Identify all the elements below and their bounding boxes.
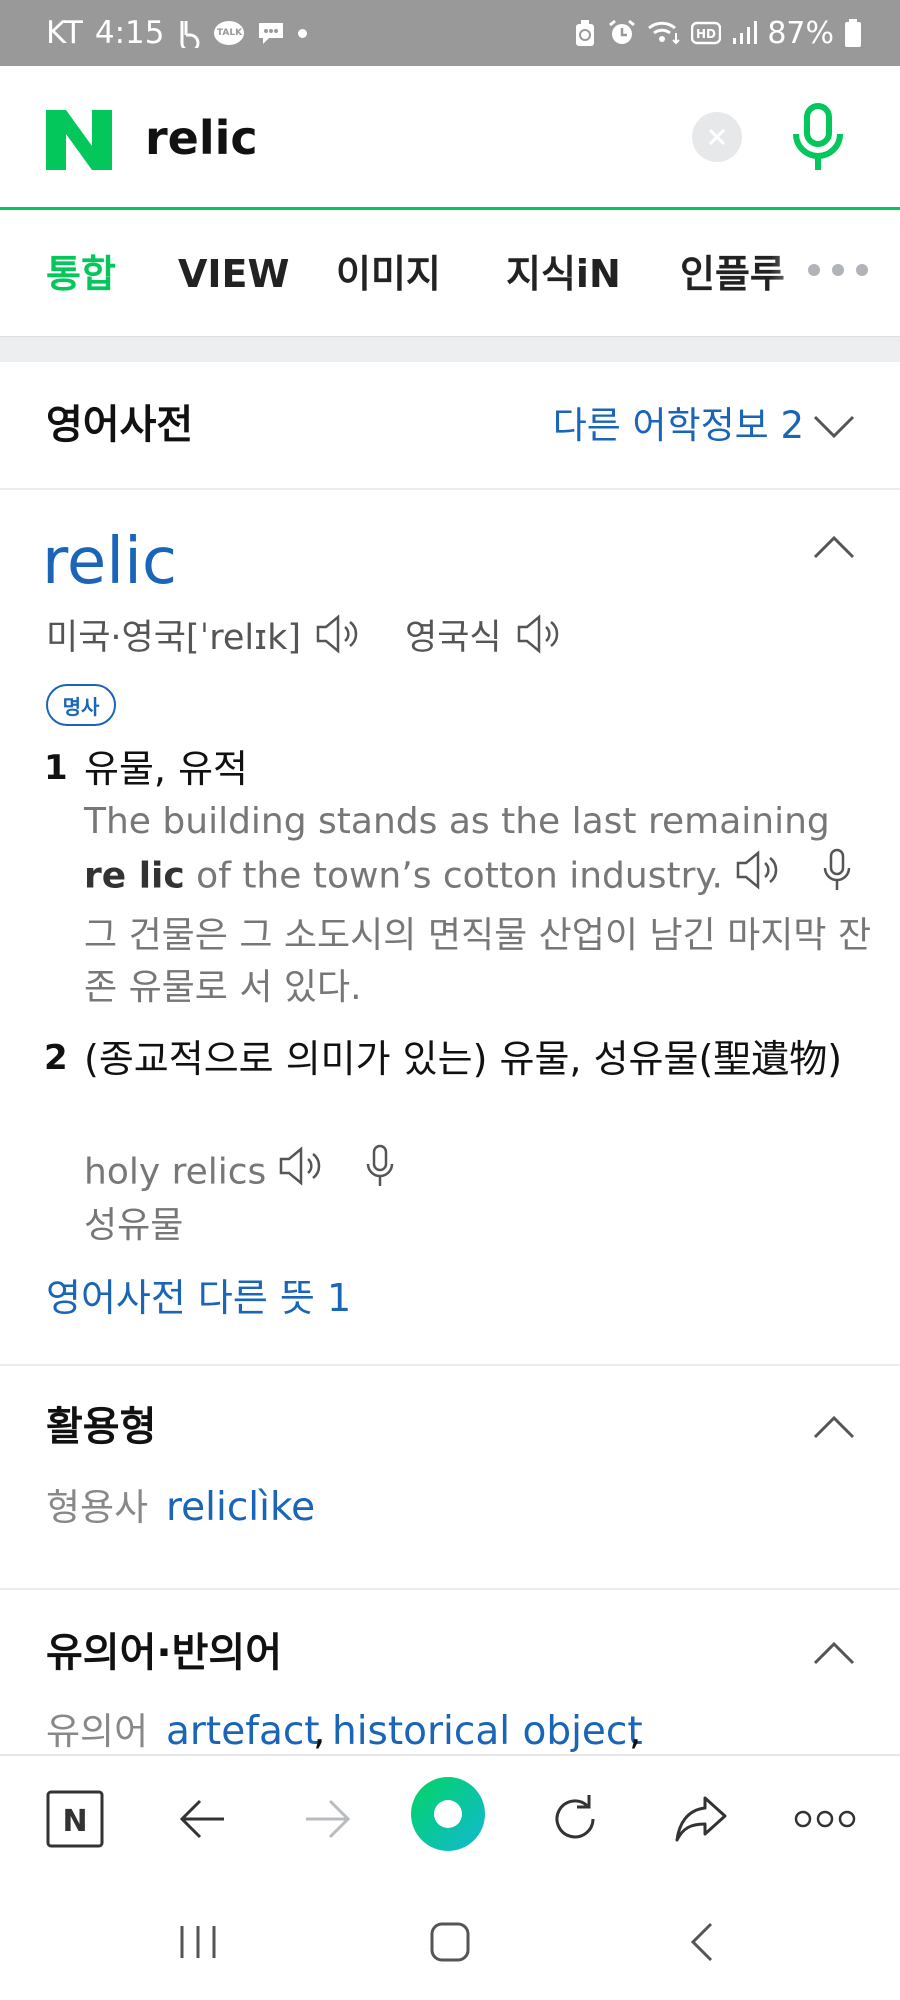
synonyms-label: 유의어 [46, 1710, 149, 1753]
separator: , [313, 1709, 326, 1754]
arrow-left-icon [179, 1799, 224, 1839]
search-input[interactable]: relic [145, 108, 258, 168]
speaker-icon[interactable] [516, 613, 562, 655]
example-translation: 그 건물은 그 소도시의 면직물 산업이 남긴 마지막 잔존 유물로 서 있다. [84, 915, 872, 1008]
close-icon [708, 128, 726, 146]
tabs-fade [770, 246, 900, 306]
tab-integrated[interactable]: 통합 [46, 250, 116, 298]
recycle-icon [573, 18, 597, 48]
status-bar: KT 4:15 TALK HD 87% [0, 0, 900, 66]
definition-meaning: 유물, 유적 [84, 747, 248, 791]
pronunciation-row: 미국·영국[ˈrelɪk] 영국식 [46, 608, 606, 660]
home-button[interactable] [420, 1914, 480, 1970]
more-icon [794, 1810, 856, 1828]
chat-icon [256, 19, 286, 47]
example-translation: 성유물 [84, 1205, 184, 1246]
recent-apps-button[interactable] [168, 1914, 228, 1970]
entry-word[interactable]: relic [42, 522, 177, 602]
battery-icon [844, 18, 862, 48]
part-of-speech-badge: 명사 [46, 684, 116, 726]
synonym-link[interactable]: artefact [166, 1706, 320, 1758]
speaker-icon[interactable] [315, 613, 361, 655]
recent-apps-icon [180, 1926, 216, 1958]
tab-images[interactable]: 이미지 [336, 250, 441, 298]
divider [0, 1364, 900, 1366]
naver-logo[interactable] [46, 110, 112, 170]
microphone-icon[interactable] [821, 848, 853, 907]
chevron-up-icon[interactable] [812, 1640, 856, 1666]
more-tabs-icon[interactable] [808, 264, 868, 276]
alarm-icon [607, 18, 637, 48]
other-info-link[interactable]: 다른 어학정보 2 [553, 400, 804, 452]
definition-meaning: (종교적으로 의미가 있는) 유물, 성유물(聖遺物) [84, 1037, 843, 1081]
signal-icon [731, 20, 758, 46]
svg-text:HD: HD [696, 27, 716, 41]
forward-button[interactable] [292, 1784, 362, 1854]
chevron-down-icon[interactable] [812, 414, 856, 440]
system-nav-bar [0, 1882, 900, 2000]
speaker-icon[interactable] [278, 1145, 324, 1202]
tab-knowledge-in[interactable]: 지식iN [506, 250, 621, 298]
section-gap [0, 336, 900, 362]
green-dot-icon [411, 1777, 485, 1851]
arrow-right-icon [306, 1799, 351, 1839]
more-menu-button[interactable] [790, 1784, 860, 1854]
section-title: 영어사전 [46, 402, 194, 448]
green-dot-button[interactable] [410, 1776, 486, 1852]
inflection-label: 형용사 [46, 1486, 149, 1529]
example-highlight: re lic [84, 855, 185, 897]
refresh-icon [555, 1795, 595, 1839]
share-button[interactable] [666, 1784, 736, 1854]
clock: 4:15 [94, 15, 165, 51]
browser-toolbar: N [0, 1754, 900, 1882]
microphone-icon [793, 103, 843, 170]
search-bar: relic [0, 66, 900, 210]
example-sentence: holy relics [84, 1144, 874, 1203]
dictionary-header: 영어사전 다른 어학정보 2 [0, 362, 900, 490]
separator: , [629, 1709, 642, 1754]
chevron-up-icon[interactable] [812, 1414, 856, 1440]
carrier-label: KT [46, 15, 83, 51]
naver-home-button[interactable]: N [40, 1784, 110, 1854]
definition-number: 2 [44, 1038, 68, 1078]
example-sentence: The building stands as the last remainin… [84, 796, 874, 907]
tab-view[interactable]: VIEW [178, 250, 289, 298]
pronunciation-uk: 영국식 [405, 617, 502, 658]
refresh-button[interactable] [540, 1784, 610, 1854]
divider [0, 1588, 900, 1590]
inflection-link[interactable]: reliclìke [166, 1482, 315, 1534]
example-text: The building stands as the last remainin… [84, 801, 830, 842]
voice-search-button[interactable] [788, 102, 848, 174]
system-back-button[interactable] [672, 1914, 732, 1970]
synonyms-title: 유의어·반의어 [46, 1630, 282, 1676]
definition-number: 1 [44, 748, 68, 788]
microphone-icon[interactable] [364, 1144, 396, 1203]
notification-dot-icon [298, 28, 308, 38]
search-tabs: 통합 VIEW 이미지 지식iN 인플루 [0, 210, 900, 336]
back-button[interactable] [168, 1784, 238, 1854]
speaker-icon[interactable] [735, 849, 781, 906]
battery-percent: 87% [767, 15, 834, 51]
synonym-link[interactable]: historical object [332, 1706, 643, 1758]
hd-icon: HD [691, 21, 722, 45]
example-text: of the town’s cotton industry. [184, 855, 723, 897]
naver-home-icon: N [46, 1790, 104, 1848]
more-meanings-link[interactable]: 영어사전 다른 뜻 1 [46, 1270, 351, 1326]
svg-text:N: N [62, 1804, 87, 1839]
share-icon [675, 1796, 727, 1842]
home-icon [430, 1922, 470, 1962]
example-text: holy relics [84, 1151, 267, 1193]
inflection-title: 활용형 [46, 1404, 157, 1450]
wifi-icon [647, 19, 681, 47]
b-icon [176, 18, 202, 48]
back-chevron-icon [690, 1922, 713, 1962]
pronunciation-us-uk: 미국·영국[ˈrelɪk] [46, 617, 302, 658]
talk-icon: TALK [214, 21, 245, 45]
clear-search-button[interactable] [692, 112, 742, 162]
chevron-up-icon[interactable] [812, 534, 856, 560]
